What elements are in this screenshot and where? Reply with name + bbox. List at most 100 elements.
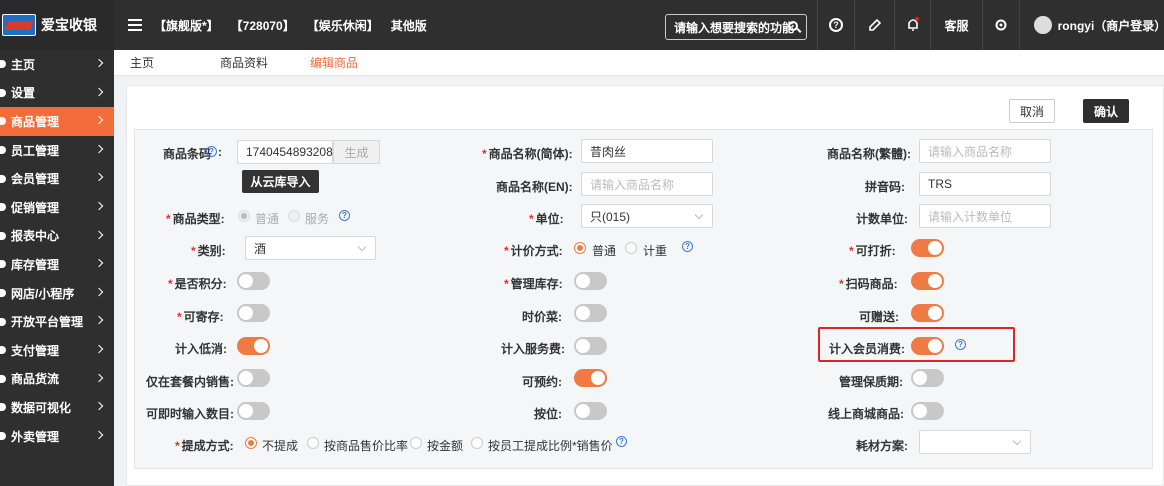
sidebar-item-payment[interactable]: 支付管理 (0, 336, 114, 365)
sidebar-item-label: 商品货流 (11, 372, 60, 387)
member-spend-toggle[interactable] (911, 337, 944, 355)
help-icon[interactable]: ? (206, 146, 217, 157)
material-select[interactable] (919, 430, 1031, 454)
service-fee-toggle[interactable] (574, 337, 607, 355)
generate-barcode-button[interactable]: 生成 (333, 140, 380, 164)
sidebar-item-api[interactable]: 开放平台管理 (0, 307, 114, 336)
commission-rate-radio[interactable] (307, 437, 319, 449)
import-from-cloud-button[interactable]: 从云库导入 (242, 170, 319, 193)
customer-service-label: 客服 (944, 18, 969, 33)
payment-icon (0, 346, 6, 355)
pinyin-input[interactable]: TRS (919, 172, 1051, 196)
category-label: * 类别: (191, 244, 226, 258)
sidebar-item-stock[interactable]: 库存管理 (0, 250, 114, 279)
sidebar-item-label: 报表中心 (11, 229, 60, 244)
promo-icon (0, 203, 6, 212)
help-icon[interactable]: ? (616, 436, 627, 447)
sidebar-item-label: 外卖管理 (11, 429, 60, 444)
chevron-right-icon (94, 316, 104, 325)
count-unit-input[interactable]: 请输入计数单位 (919, 204, 1051, 228)
storable-toggle[interactable] (237, 304, 270, 322)
scan-toggle[interactable] (911, 272, 944, 290)
other-version-tag[interactable]: 其他版 (391, 17, 427, 34)
unit-value: 只(015) (590, 209, 631, 224)
chevron-right-icon (94, 173, 104, 182)
name-simplified-input[interactable]: 昔肉丝 (581, 139, 713, 163)
manage-stock-toggle[interactable] (574, 272, 607, 290)
reservable-toggle[interactable] (574, 369, 607, 387)
pricing-normal-radio[interactable] (574, 242, 586, 254)
chevron-right-icon (94, 201, 104, 211)
sidebar-item-label: 网店/小程序 (11, 286, 75, 301)
discountable-toggle[interactable] (911, 239, 944, 257)
sidebar-item-label: 开放平台管理 (11, 315, 84, 330)
sidebar-item-dataviz[interactable]: 数据可视化 (0, 393, 114, 422)
type-normal-label: 普通 (255, 212, 280, 226)
chevron-down-icon (1012, 436, 1022, 446)
giftable-label: 可赠送: (859, 310, 899, 324)
pricing-weight-radio[interactable] (625, 242, 637, 254)
service-fee-label: 计入服务费: (501, 342, 565, 356)
points-toggle[interactable] (237, 272, 270, 290)
unit-select[interactable]: 只(015) (581, 204, 713, 228)
type-service-radio[interactable] (288, 210, 300, 222)
sidebar-item-product[interactable]: 商品管理 (0, 107, 114, 136)
package-only-toggle[interactable] (237, 369, 270, 387)
name-en-input[interactable]: 请输入商品名称 (581, 172, 713, 196)
commission-staff-label: 按员工提成比例*销售价 (488, 439, 613, 453)
seasonal-toggle[interactable] (574, 304, 607, 322)
menu-toggle-icon[interactable] (128, 19, 142, 31)
help-icon[interactable]: ? (682, 241, 693, 252)
stock-icon (0, 260, 6, 269)
commission-staff-radio[interactable] (471, 437, 483, 449)
online-mall-toggle[interactable] (911, 402, 944, 420)
type-normal-radio[interactable] (238, 210, 250, 222)
help-button[interactable]: ? (817, 0, 854, 50)
sidebar-item-delivery[interactable]: 外卖管理 (0, 422, 114, 451)
shelf-life-toggle[interactable] (911, 369, 944, 387)
customer-service-button[interactable]: 客服 (930, 0, 982, 50)
sidebar-item-home[interactable]: 主页 (0, 50, 114, 79)
commission-none-radio[interactable] (245, 437, 257, 449)
api-icon (0, 317, 6, 326)
tab-edit-product[interactable]: 编辑商品 (310, 54, 358, 71)
flow-icon (0, 374, 6, 383)
confirm-button[interactable]: 确认 (1083, 99, 1129, 123)
tab-home[interactable]: 主页 (130, 54, 154, 71)
edit-button[interactable] (854, 0, 894, 50)
sidebar-item-staff[interactable]: 员工管理 (0, 136, 114, 165)
tab-product-info[interactable]: 商品资料 (220, 54, 268, 71)
app-logo[interactable]: 爱宝收银 (0, 0, 114, 50)
instant-qty-toggle[interactable] (237, 402, 270, 420)
category-select[interactable]: 酒 (245, 236, 376, 260)
sidebar-item-shop[interactable]: 网店/小程序 (0, 279, 114, 308)
min-spend-toggle[interactable] (237, 337, 270, 355)
name-traditional-input[interactable]: 请输入商品名称 (919, 139, 1051, 163)
scan-label: * 扫码商品: (839, 277, 898, 291)
barcode-label: 商品条码 (163, 147, 212, 161)
chevron-right-icon (94, 401, 104, 411)
question-icon: ? (829, 18, 843, 32)
sidebar-item-member[interactable]: 会员管理 (0, 164, 114, 193)
sidebar-item-promo[interactable]: 促销管理 (0, 193, 114, 222)
user-menu[interactable]: rongyi（商户登录） (1019, 0, 1164, 50)
sidebar-item-report[interactable]: 报表中心 (0, 222, 114, 251)
type-service-label: 服务 (305, 212, 330, 226)
help-icon[interactable]: ? (955, 339, 966, 350)
seat-toggle[interactable] (574, 402, 607, 420)
cancel-button[interactable]: 取消 (1009, 99, 1055, 123)
giftable-toggle[interactable] (911, 304, 944, 322)
search-icon[interactable] (788, 21, 798, 31)
commission-amount-radio[interactable] (410, 437, 422, 449)
notification-button[interactable] (894, 0, 930, 50)
function-search-input[interactable]: 请输入想要搜索的功能 (665, 14, 807, 40)
sidebar-item-settings[interactable]: 设置 (0, 79, 114, 108)
app-name: 爱宝收银 (41, 17, 97, 33)
settings-button[interactable] (982, 0, 1019, 50)
sidebar-item-flow[interactable]: 商品货流 (0, 365, 114, 394)
help-icon[interactable]: ? (339, 210, 350, 221)
count-unit-label: 计数单位: (856, 212, 908, 226)
tabs-bar: 主页 商品资料 编辑商品 (114, 50, 1164, 76)
barcode-input[interactable]: 1740454893208 (237, 140, 333, 164)
commission-none-label: 不提成 (262, 439, 299, 453)
